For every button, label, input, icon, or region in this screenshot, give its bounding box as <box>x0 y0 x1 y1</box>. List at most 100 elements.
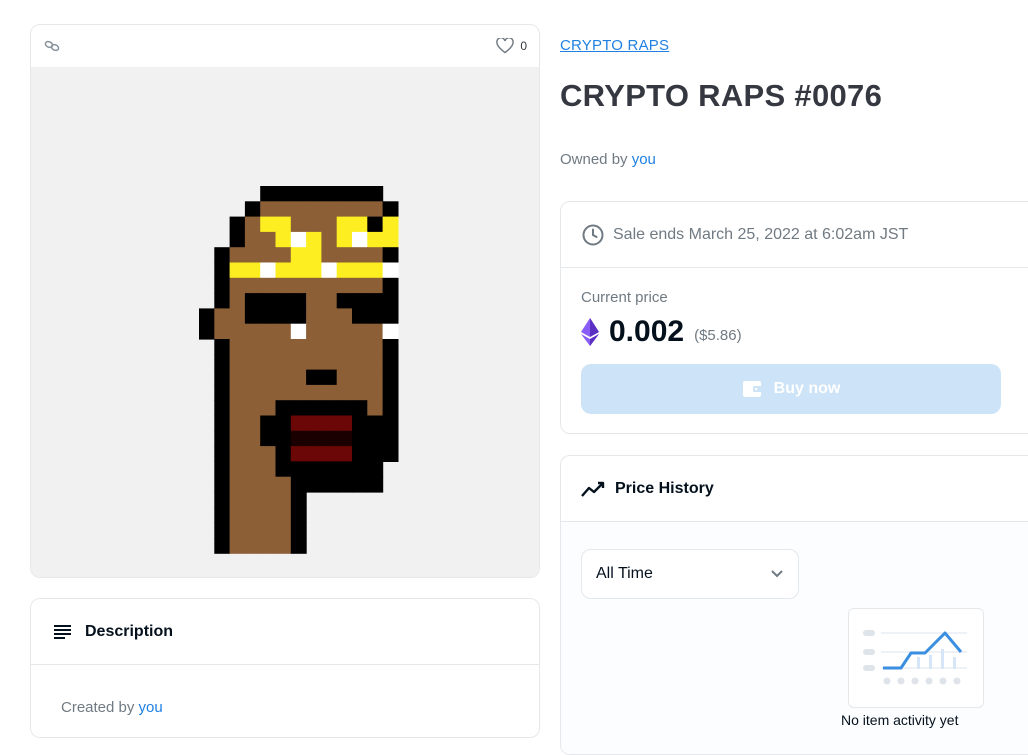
pixel <box>199 323 215 340</box>
pixel <box>336 293 353 309</box>
pixel <box>321 262 338 279</box>
owned-by-prefix: Owned by <box>560 151 628 168</box>
pixel <box>321 293 338 309</box>
pixel <box>275 400 292 417</box>
pixel <box>367 277 384 294</box>
pixel <box>321 384 338 401</box>
pixel <box>352 323 368 340</box>
pixel <box>321 323 338 340</box>
pixel <box>290 231 307 248</box>
favorite-button[interactable]: 0 <box>496 38 527 54</box>
pixel <box>260 415 277 432</box>
pixel <box>306 461 322 478</box>
pixel <box>336 461 353 478</box>
pixel <box>382 262 399 279</box>
current-price-label: Current price <box>581 289 668 306</box>
pixel <box>214 247 231 264</box>
pixel <box>290 384 307 401</box>
pixel <box>382 231 399 248</box>
pixel <box>290 476 307 493</box>
pixel <box>214 354 231 371</box>
pixel <box>352 231 368 248</box>
pixel <box>382 323 399 340</box>
pixel <box>352 293 368 309</box>
pixel <box>244 247 261 264</box>
pixel <box>229 430 246 447</box>
pixel <box>290 461 307 478</box>
pixel <box>306 476 322 493</box>
pixel <box>244 492 261 508</box>
pixel <box>382 247 399 264</box>
pixel <box>275 384 292 401</box>
pixel <box>336 369 353 386</box>
pixel <box>214 476 231 493</box>
collection-link[interactable]: CRYPTO RAPS <box>560 37 669 54</box>
pixel <box>321 461 338 478</box>
pixel <box>290 262 307 279</box>
pixel <box>229 262 246 279</box>
pixel <box>382 339 399 355</box>
pixel <box>275 507 292 524</box>
owner-link[interactable]: you <box>632 151 656 168</box>
pixel <box>367 461 384 478</box>
nft-pixel-art <box>199 186 399 554</box>
pixel <box>275 277 292 294</box>
pixel <box>290 354 307 371</box>
pixel <box>275 369 292 386</box>
pixel <box>367 186 384 202</box>
pixel <box>352 277 368 294</box>
pixel <box>229 446 246 462</box>
pixel <box>260 507 277 524</box>
pixel <box>290 186 307 202</box>
pixel <box>244 430 261 447</box>
nft-image[interactable] <box>31 67 539 577</box>
buy-now-button[interactable]: Buy now <box>581 364 1001 414</box>
pixel <box>367 476 384 493</box>
pixel <box>321 476 338 493</box>
pixel <box>382 446 399 462</box>
pixel <box>214 522 231 539</box>
chain-link-icon[interactable] <box>43 37 61 55</box>
pixel <box>290 323 307 340</box>
pixel <box>244 446 261 462</box>
sale-ends-text: Sale ends March 25, 2022 at 6:02am JST <box>613 225 909 243</box>
chevron-down-icon <box>771 570 783 578</box>
pixel <box>260 476 277 493</box>
pixel <box>260 400 277 417</box>
pixel <box>260 430 277 447</box>
pixel <box>306 201 322 218</box>
pixel <box>244 384 261 401</box>
price-value: 0.002 <box>609 315 685 348</box>
pixel <box>229 369 246 386</box>
pixel <box>306 247 322 264</box>
pixel <box>321 277 338 294</box>
empty-chart-illustration <box>848 608 984 708</box>
favorite-count: 0 <box>520 39 527 53</box>
pixel <box>290 400 307 417</box>
price-history-header[interactable]: Price History <box>561 456 1028 522</box>
pixel <box>229 339 246 355</box>
description-header[interactable]: Description <box>31 599 539 665</box>
pixel <box>214 339 231 355</box>
pixel <box>336 400 353 417</box>
trending-chart-icon <box>581 481 605 497</box>
pixel <box>306 354 322 371</box>
pixel <box>260 186 277 202</box>
time-range-select[interactable]: All Time <box>581 549 799 599</box>
price-history-body: All Time No item activity yet <box>561 522 1028 754</box>
pixel <box>244 476 261 493</box>
pixel <box>275 186 292 202</box>
clock-icon <box>582 224 604 245</box>
pixel <box>214 384 231 401</box>
pixel <box>306 216 322 233</box>
pixel <box>275 522 292 539</box>
pixel <box>352 430 368 447</box>
pixel <box>306 231 322 248</box>
pixel <box>367 446 384 462</box>
creator-link[interactable]: you <box>139 699 163 716</box>
pixel <box>382 277 399 294</box>
created-by-prefix: Created by <box>61 699 135 716</box>
pixel <box>290 277 307 294</box>
pixel <box>367 247 384 264</box>
pixel <box>229 216 246 233</box>
